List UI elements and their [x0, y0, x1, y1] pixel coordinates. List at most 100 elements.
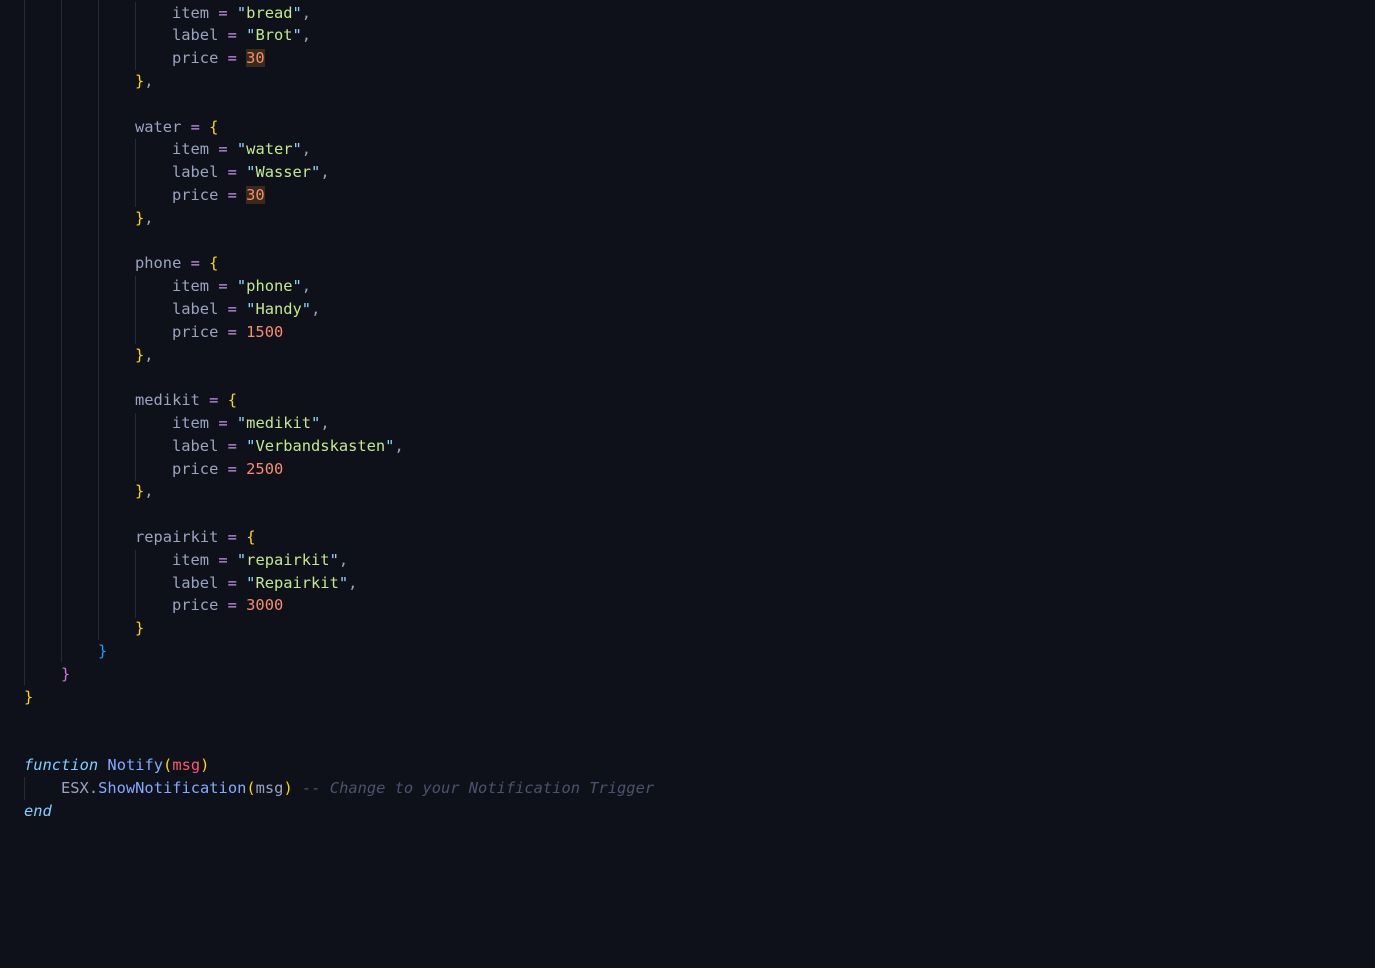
code-token: = — [218, 322, 247, 341]
code-token: ) — [283, 778, 293, 797]
code-token: phone — [246, 277, 293, 296]
code-token: { — [246, 528, 256, 546]
code-token: ) — [200, 756, 210, 774]
code-token: 30 — [246, 49, 265, 68]
code-editor[interactable]: item = "bread", label = "Brot", price = 30… — [0, 0, 1375, 968]
code-line[interactable]: } — [61, 663, 70, 686]
code-line[interactable]: price = 30 — [172, 184, 265, 207]
code-line[interactable]: repairkit = { — [135, 526, 256, 549]
code-token: = — [218, 163, 247, 182]
code-token: " — [292, 26, 302, 45]
code-line[interactable]: item = "repairkit", — [172, 549, 348, 572]
code-token: = — [218, 186, 247, 204]
code-line[interactable]: } — [135, 617, 144, 640]
code-token: = — [218, 596, 247, 615]
indent-guide — [135, 139, 136, 207]
code-token: " — [292, 277, 302, 296]
code-token: , — [338, 550, 349, 569]
code-line[interactable]: }, — [135, 70, 154, 93]
code-line[interactable]: label = "Wasser", — [172, 161, 330, 184]
code-token: label — [172, 573, 219, 592]
code-line[interactable]: label = "Repairkit", — [172, 572, 357, 595]
code-line[interactable]: item = "phone", — [172, 275, 311, 298]
code-token: , — [144, 345, 154, 364]
code-token: item — [172, 414, 210, 432]
code-token: label — [172, 163, 219, 182]
code-token: repairkit — [135, 528, 219, 546]
code-line[interactable]: price = 2500 — [172, 458, 283, 481]
code-line[interactable]: label = "Handy", — [172, 298, 320, 321]
code-token: , — [144, 208, 154, 227]
code-token: water — [135, 117, 182, 136]
code-token: } — [135, 208, 145, 227]
code-line[interactable]: end — [24, 800, 52, 823]
code-token: Handy — [255, 300, 302, 318]
code-line[interactable]: price = 30 — [172, 47, 265, 70]
code-token: msg — [255, 778, 284, 797]
code-token: msg — [172, 756, 201, 774]
indent-guide — [135, 276, 136, 344]
code-token: = — [218, 573, 247, 592]
code-line[interactable]: ESX.ShowNotification(msg) -- Change to y… — [61, 777, 654, 800]
code-line[interactable]: price = 1500 — [172, 321, 283, 344]
code-token: = — [181, 254, 210, 273]
code-token: label — [172, 26, 219, 45]
code-token: " — [311, 414, 321, 432]
code-token: , — [301, 3, 312, 22]
code-line[interactable]: item = "bread", — [172, 2, 311, 25]
code-token: = — [218, 528, 247, 546]
code-token: = — [218, 436, 247, 455]
code-token: label — [172, 300, 219, 318]
code-token: , — [144, 72, 154, 90]
code-token: " — [236, 140, 247, 159]
code-token: } — [135, 72, 145, 90]
code-token: , — [311, 300, 321, 318]
code-line[interactable]: water = { — [135, 116, 218, 139]
code-token: , — [320, 414, 330, 432]
code-token: ShowNotification — [98, 778, 247, 797]
code-token: end — [24, 801, 52, 820]
code-token: , — [301, 277, 312, 296]
code-token: { — [227, 391, 237, 410]
code-line[interactable]: price = 3000 — [172, 594, 283, 617]
code-line[interactable]: } — [24, 686, 33, 709]
code-token: price — [172, 49, 219, 68]
code-line[interactable]: }, — [135, 480, 154, 503]
code-token: " — [301, 300, 312, 318]
code-token: repairkit — [246, 550, 330, 569]
code-token: Repairkit — [255, 573, 339, 592]
code-token: -- Change to your Notification Trigger — [292, 778, 655, 797]
code-token: } — [135, 345, 145, 364]
code-token: 1500 — [246, 322, 284, 341]
code-token: label — [172, 436, 219, 455]
code-token: item — [172, 277, 210, 296]
code-token: " — [338, 573, 349, 592]
code-token: , — [301, 26, 312, 45]
indent-guide — [24, 0, 25, 685]
code-line[interactable]: label = "Brot", — [172, 24, 311, 47]
code-token: item — [172, 140, 210, 159]
code-token: function — [24, 756, 99, 774]
code-token: price — [172, 322, 219, 341]
code-token: , — [301, 140, 312, 159]
indent-guide — [135, 550, 136, 618]
code-line[interactable]: label = "Verbandskasten", — [172, 435, 404, 458]
code-token: = — [199, 391, 228, 410]
code-line[interactable]: function Notify(msg) — [24, 754, 209, 777]
code-line[interactable]: item = "medikit", — [172, 412, 330, 435]
code-token: 2500 — [246, 459, 284, 478]
code-token: = — [209, 550, 237, 569]
code-token: item — [172, 3, 210, 22]
code-token: price — [172, 459, 219, 478]
code-token: } — [98, 642, 108, 660]
indent-guide — [61, 0, 62, 662]
code-line[interactable]: phone = { — [135, 252, 218, 275]
code-token: 30 — [246, 186, 265, 204]
code-line[interactable]: }, — [135, 344, 154, 367]
code-line[interactable]: medikit = { — [135, 389, 237, 412]
code-line[interactable]: item = "water", — [172, 138, 311, 161]
code-token: " — [236, 3, 247, 22]
code-line[interactable]: } — [98, 640, 107, 663]
code-token: " — [236, 550, 247, 569]
code-line[interactable]: }, — [135, 207, 154, 230]
